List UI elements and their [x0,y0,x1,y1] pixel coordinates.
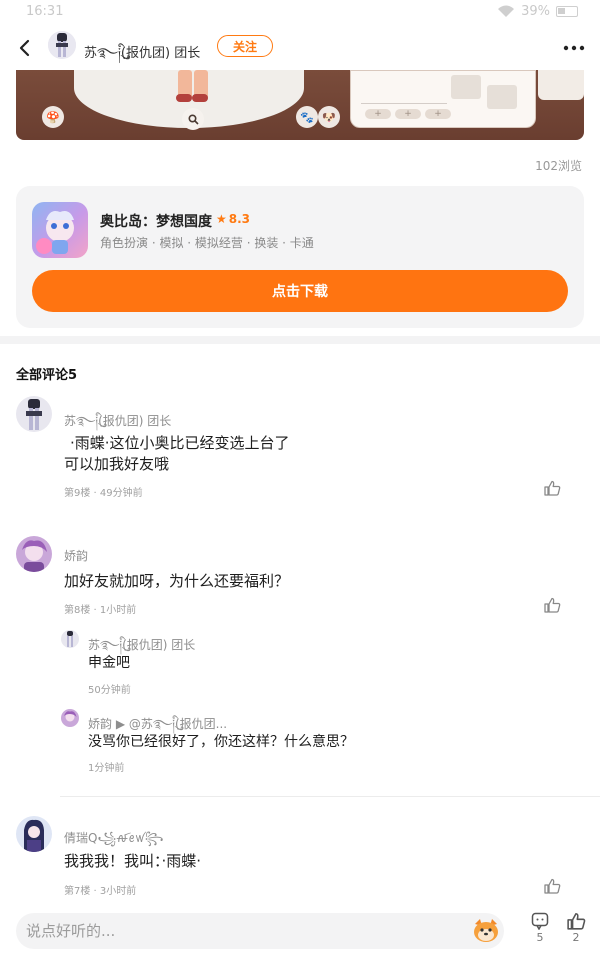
game-app-icon[interactable] [32,202,88,258]
status-bar: 16:31 39% [0,0,600,26]
game-title[interactable]: 奥比岛：梦想国度 [100,211,212,231]
thumbs-up-icon [543,878,560,894]
thumbs-up-icon [543,480,560,496]
more-button[interactable] [560,34,588,62]
commenter-name[interactable]: 娇韵 [64,547,88,564]
dog-face-icon[interactable]: 🐶 [318,106,340,128]
chevron-left-icon [19,39,30,57]
comment-text: ·雨蝶·这位小奥比已经变选上台了 [70,434,290,452]
comment-count-button[interactable]: 5 [525,912,555,956]
comments-header: 全部评论5 [16,368,78,383]
comment-meta: 第9楼 · 49分钟前 [64,488,143,499]
reply-text: 申金吧 [88,655,130,671]
like-count: 2 [572,931,580,944]
game-panel-graphic: + + + [350,70,536,128]
more-dots-icon [563,45,585,51]
like-button[interactable] [542,595,562,615]
comment-meta: 第7楼 · 3小时前 [64,886,137,897]
status-time: 16:31 [26,4,64,19]
comment-count: 5 [536,931,544,944]
comment-text: 可以加我好友哦 [64,455,170,473]
view-count: 102浏览 [535,159,582,173]
post-image[interactable]: 🍄 🐾 🐶 + + + [16,70,584,140]
game-rating: ★ 8.3 [216,212,250,226]
reply-text: 没骂你已经很好了，你还这样？什么意思？ [88,734,354,750]
commenter-avatar[interactable] [16,536,52,572]
top-bar: 苏࿐ི༏ུ(报仇团) 团长 关注 [0,28,600,68]
mushroom-icon[interactable]: 🍄 [42,106,64,128]
like-button[interactable] [542,478,562,498]
battery-icon [556,6,578,17]
comment-text: 加好友就加呀，为什么还要福利？ [64,572,290,590]
emoji-icon[interactable] [472,918,500,944]
character-graphic [174,70,210,102]
comment-bubble-icon [531,912,549,930]
paw-icon[interactable]: 🐾 [296,106,318,128]
download-button[interactable]: 点击下载 [32,270,568,312]
comment-text: 我我我！我叫：·雨蝶· [64,852,202,870]
search-icon[interactable] [182,108,204,130]
thumbs-up-icon [566,912,585,930]
thread-divider [60,796,600,797]
reply-meta: 1分钟前 [88,763,125,774]
star-icon: ★ [216,212,227,226]
wifi-icon [498,5,515,17]
comment-meta: 第8楼 · 1小时前 [64,605,137,616]
reply-meta: 50分钟前 [88,685,131,696]
game-tags: 角色扮演 · 模拟 · 模拟经营 · 换装 · 卡通 [100,236,314,250]
like-button[interactable] [542,876,562,896]
status-right: 39% [497,4,578,19]
comment-input[interactable] [16,913,504,949]
commenter-avatar[interactable] [16,816,52,852]
like-count-button[interactable]: 2 [561,912,591,956]
rating-value: 8.3 [228,212,251,226]
section-divider [0,336,600,344]
commenter-avatar[interactable] [16,396,52,432]
battery-percent: 39% [521,4,550,19]
reply-avatar[interactable] [61,709,79,727]
back-button[interactable] [10,34,38,62]
commenter-name[interactable]: 倩瑞Q꧁ꫛꫀꪝ꧂ [64,827,163,853]
author-avatar[interactable] [48,31,76,59]
avatar-illustration [48,31,76,59]
game-card[interactable]: 奥比岛：梦想国度 ★ 8.3 角色扮演 · 模拟 · 模拟经营 · 换装 · 卡… [16,186,584,328]
bottom-bar: 5 2 [0,906,600,960]
reply-avatar[interactable] [61,630,79,648]
follow-button[interactable]: 关注 [217,35,273,57]
thumbs-up-icon [543,597,560,613]
